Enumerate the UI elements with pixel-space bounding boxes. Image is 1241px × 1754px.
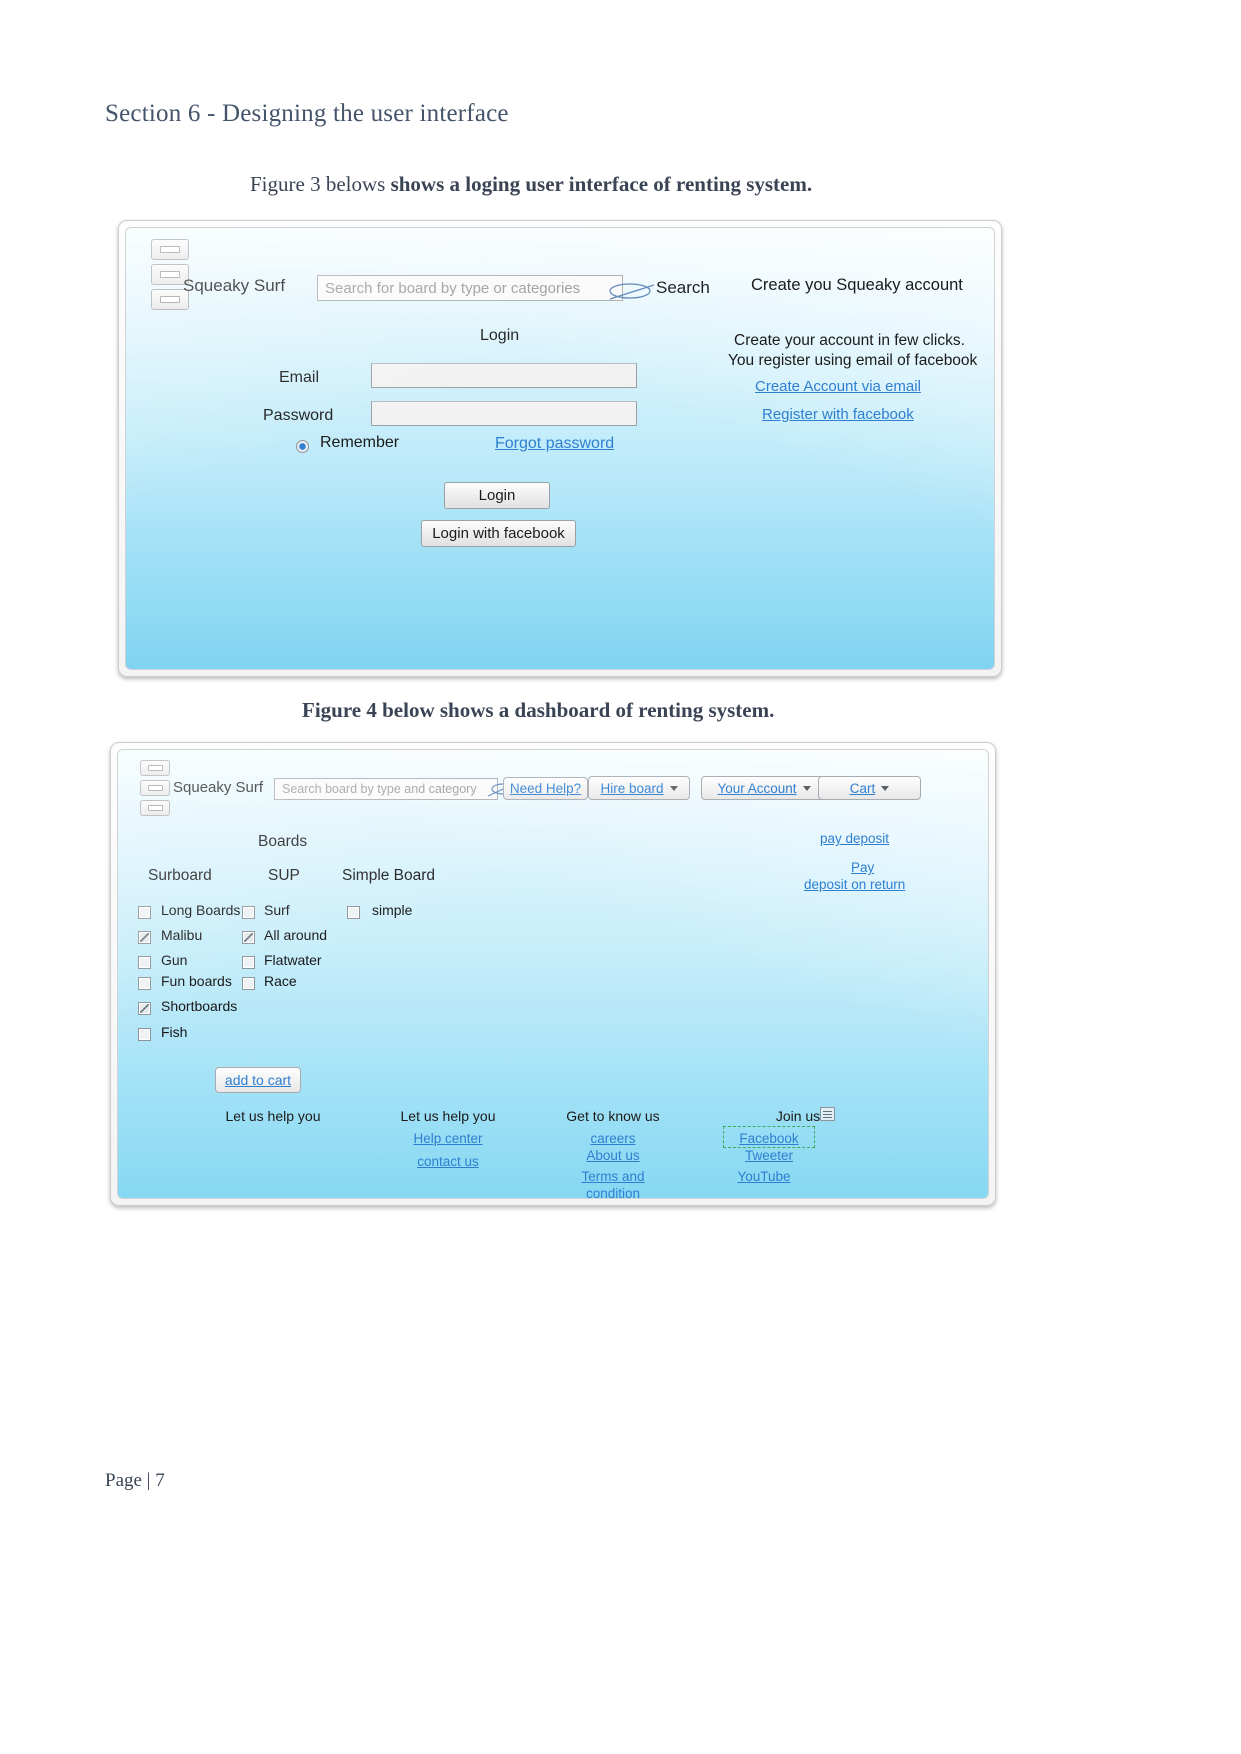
page-title: Section 6 - Designing the user interface	[105, 100, 509, 127]
dashboard-mockup-canvas: Squeaky Surf Search board by type and ca…	[117, 749, 989, 1199]
checkbox-fish[interactable]	[138, 1028, 151, 1041]
login-mockup: Squeaky Surf Search for board by type or…	[118, 220, 1002, 677]
logo-icon	[151, 239, 189, 310]
footer-link-tweeter[interactable]: Tweeter	[728, 1148, 810, 1163]
footer-link-terms-line-2[interactable]: condition	[538, 1186, 688, 1198]
search-label[interactable]: Search	[656, 278, 710, 298]
figure-3-caption-light: Figure 3 belows	[250, 172, 391, 196]
remember-label: Remember	[320, 434, 400, 451]
search-icon[interactable]	[602, 278, 658, 300]
create-account-heading: Create you Squeaky account	[751, 276, 963, 294]
pay-link[interactable]: Pay	[851, 860, 874, 875]
logo-chip-2	[140, 780, 170, 796]
nav-button-your-account[interactable]: Your Account	[701, 776, 827, 800]
checkbox-gun[interactable]	[138, 956, 151, 969]
logo-chip-1	[140, 760, 170, 776]
search-input[interactable]: Search for board by type or categories	[317, 275, 623, 301]
email-field[interactable]	[371, 363, 637, 388]
checkbox-surf[interactable]	[242, 906, 255, 919]
footer-col-4-title: Join us	[775, 1108, 821, 1124]
column-title-simple-board: Simple Board	[342, 867, 436, 884]
search-input-placeholder: Search for board by type or categories	[325, 279, 581, 297]
document-page: Section 6 - Designing the user interface…	[0, 0, 1241, 1754]
nav-button-cart[interactable]: Cart	[818, 776, 921, 800]
create-account-line-1: Create your account in few clicks.	[734, 332, 965, 349]
checkbox-malibu[interactable]	[138, 931, 151, 944]
checkbox-simple[interactable]	[347, 906, 360, 919]
checkbox-long-boards[interactable]	[138, 906, 151, 919]
checkbox-all-around[interactable]	[242, 931, 255, 944]
figure-4-caption: Figure 4 below shows a dashboard of rent…	[302, 698, 775, 722]
footer-link-youtube[interactable]: YouTube	[718, 1169, 810, 1184]
forgot-password-link[interactable]: Forgot password	[495, 435, 614, 453]
figure-3-caption-bold: shows a loging user interface of renting…	[390, 172, 813, 196]
create-account-line-2: You register using email of facebook	[728, 352, 978, 369]
email-label: Email	[279, 369, 320, 386]
deposit-on-return-link[interactable]: deposit on return	[804, 877, 905, 892]
footer-col-3-title: Get to know us	[566, 1108, 660, 1124]
brand-name: Squeaky Surf	[173, 779, 264, 796]
footer-link-careers[interactable]: careers	[538, 1131, 688, 1146]
search-input-placeholder: Search board by type and category	[282, 782, 477, 796]
login-form-title: Login	[480, 327, 520, 344]
footer-link-facebook[interactable]: Facebook	[728, 1131, 810, 1146]
dashboard-mockup: Squeaky Surf Search board by type and ca…	[110, 742, 996, 1206]
page-number: Page | 7	[105, 1470, 165, 1491]
column-title-surboard: Surboard	[148, 867, 212, 884]
checkbox-shortboards[interactable]	[138, 1002, 151, 1015]
footer-link-terms-line-1[interactable]: Terms and	[538, 1169, 688, 1184]
figure-3-caption: Figure 3 belows shows a loging user inte…	[250, 172, 812, 197]
chevron-down-icon	[802, 785, 811, 791]
footer-link-help-center[interactable]: Help center	[378, 1131, 518, 1146]
footer-col-1-title: Let us help you	[225, 1108, 321, 1124]
register-with-facebook-link[interactable]: Register with facebook	[762, 406, 914, 423]
logo-chip-1	[151, 239, 189, 260]
login-mockup-canvas: Squeaky Surf Search for board by type or…	[125, 227, 995, 670]
boards-heading: Boards	[258, 833, 308, 850]
logo-icon	[140, 760, 170, 816]
password-label: Password	[263, 407, 334, 424]
footer-link-about-us[interactable]: About us	[538, 1148, 688, 1163]
login-with-facebook-button[interactable]: Login with facebook	[421, 520, 576, 547]
search-input[interactable]: Search board by type and category	[274, 778, 498, 800]
checkbox-flatwater[interactable]	[242, 956, 255, 969]
create-account-via-email-link[interactable]: Create Account via email	[755, 378, 921, 395]
checkbox-race[interactable]	[242, 977, 255, 990]
checkbox-fun-boards[interactable]	[138, 977, 151, 990]
nav-button-need-help[interactable]: Need Help?	[503, 777, 588, 800]
menu-icon[interactable]	[820, 1107, 835, 1121]
password-field[interactable]	[371, 401, 637, 426]
nav-button-hire-board[interactable]: Hire board	[588, 776, 690, 800]
footer-link-contact-us[interactable]: contact us	[378, 1154, 518, 1169]
add-to-cart-button[interactable]: add to cart	[215, 1067, 301, 1093]
remember-radio[interactable]	[296, 440, 309, 453]
logo-chip-3	[140, 800, 170, 816]
chevron-down-icon	[881, 785, 890, 791]
login-button[interactable]: Login	[444, 482, 550, 509]
pay-deposit-link[interactable]: pay deposit	[820, 831, 889, 846]
chevron-down-icon	[669, 785, 678, 791]
column-title-sup: SUP	[268, 867, 300, 884]
brand-name: Squeaky Surf	[183, 276, 286, 295]
footer-col-2-title: Let us help you	[400, 1108, 496, 1124]
